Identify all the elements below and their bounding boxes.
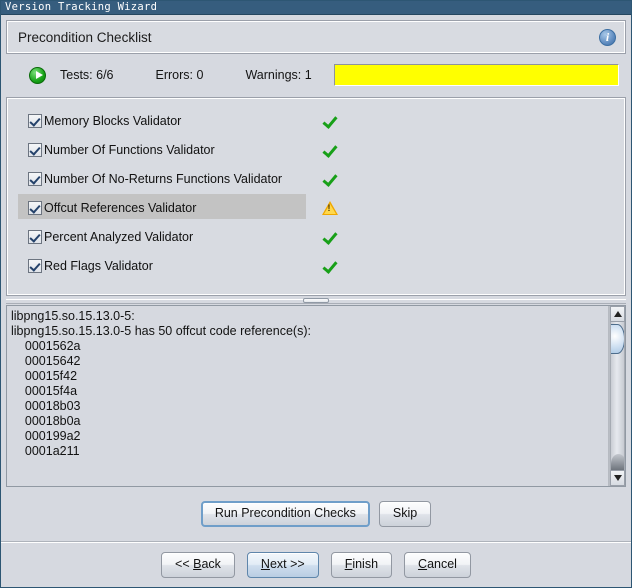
- checklist-status-cell: [319, 143, 341, 157]
- info-icon[interactable]: i: [599, 28, 616, 46]
- warning-triangle-icon: [322, 200, 338, 215]
- run-precondition-checks-button[interactable]: Run Precondition Checks: [200, 501, 370, 527]
- checklist-item-label: Offcut References Validator: [44, 200, 197, 215]
- wizard-nav-row: << Back Next >> Finish Cancel: [1, 543, 631, 587]
- split-pane-divider[interactable]: [6, 296, 626, 305]
- page-header: Precondition Checklist i: [6, 20, 626, 54]
- checklist-row[interactable]: Memory Blocks Validator: [7, 106, 625, 135]
- skip-button[interactable]: Skip: [378, 501, 432, 527]
- back-button[interactable]: << Back: [161, 552, 235, 578]
- split-pane: Memory Blocks Validator Number Of Functio…: [6, 97, 626, 487]
- scroll-up-button[interactable]: [610, 306, 625, 322]
- green-check-icon: [323, 172, 337, 186]
- version-tracking-wizard-window: Version Tracking Wizard Precondition Che…: [0, 0, 632, 588]
- window-titlebar: Version Tracking Wizard: [1, 1, 631, 15]
- log-vertical-scrollbar[interactable]: [609, 306, 625, 486]
- tests-count-label: Tests: 6/6: [60, 68, 114, 82]
- checklist-row[interactable]: Offcut References Validator: [7, 193, 625, 222]
- validator-checklist: Memory Blocks Validator Number Of Functio…: [6, 97, 626, 296]
- scrollbar-thumb[interactable]: [611, 324, 624, 354]
- checkbox-icon[interactable]: [28, 171, 42, 186]
- checklist-row[interactable]: Number Of No-Returns Functions Validator: [7, 164, 625, 193]
- checklist-status-cell: [319, 259, 341, 273]
- checklist-item-label: Percent Analyzed Validator: [44, 229, 194, 244]
- status-row: Tests: 6/6 Errors: 0 Warnings: 1: [1, 57, 631, 93]
- checklist-status-cell: [319, 200, 341, 215]
- run-status-icon: [29, 66, 46, 84]
- checkbox-icon[interactable]: [28, 113, 42, 128]
- scrollbar-tail-decoration: [611, 454, 624, 470]
- checklist-row[interactable]: Percent Analyzed Validator: [7, 222, 625, 251]
- checklist-item-label: Red Flags Validator: [44, 258, 153, 273]
- finish-button[interactable]: Finish: [330, 552, 393, 578]
- warnings-count-label: Warnings: 1: [245, 68, 312, 82]
- log-output-panel: libpng15.so.15.13.0-5: libpng15.so.15.13…: [6, 305, 626, 487]
- log-output-text[interactable]: libpng15.so.15.13.0-5: libpng15.so.15.13…: [7, 306, 609, 486]
- checklist-status-cell: [319, 114, 341, 128]
- checkbox-icon[interactable]: [28, 200, 42, 215]
- green-check-icon: [323, 259, 337, 273]
- divider-grip-icon[interactable]: [303, 298, 329, 303]
- green-check-icon: [323, 230, 337, 244]
- page-title: Precondition Checklist: [18, 29, 152, 45]
- checklist-status-cell: [319, 172, 341, 186]
- checklist-row[interactable]: Number Of Functions Validator: [7, 135, 625, 164]
- errors-count-label: Errors: 0: [155, 68, 204, 82]
- cancel-button[interactable]: Cancel: [404, 552, 471, 578]
- green-check-icon: [323, 143, 337, 157]
- scroll-down-button[interactable]: [610, 470, 625, 486]
- warning-message-field[interactable]: [333, 64, 619, 86]
- checklist-status-cell: [319, 230, 341, 244]
- scrollbar-track[interactable]: [610, 322, 625, 470]
- green-check-icon: [323, 114, 337, 128]
- scroll-up-arrow-icon: [613, 311, 622, 317]
- checklist-row[interactable]: Red Flags Validator: [7, 251, 625, 280]
- checklist-item-label: Number Of Functions Validator: [44, 142, 215, 157]
- action-button-row: Run Precondition Checks Skip: [1, 487, 631, 541]
- checklist-item-label: Number Of No-Returns Functions Validator: [44, 171, 283, 186]
- checklist-item-label: Memory Blocks Validator: [44, 113, 182, 128]
- next-button[interactable]: Next >>: [246, 552, 319, 578]
- checkbox-icon[interactable]: [28, 142, 42, 157]
- dialog-content: Precondition Checklist i Tests: 6/6 Erro…: [1, 15, 631, 587]
- checkbox-icon[interactable]: [28, 229, 42, 244]
- checkbox-icon[interactable]: [28, 258, 42, 273]
- scroll-down-arrow-icon: [613, 475, 622, 481]
- window-title: Version Tracking Wizard: [5, 1, 158, 13]
